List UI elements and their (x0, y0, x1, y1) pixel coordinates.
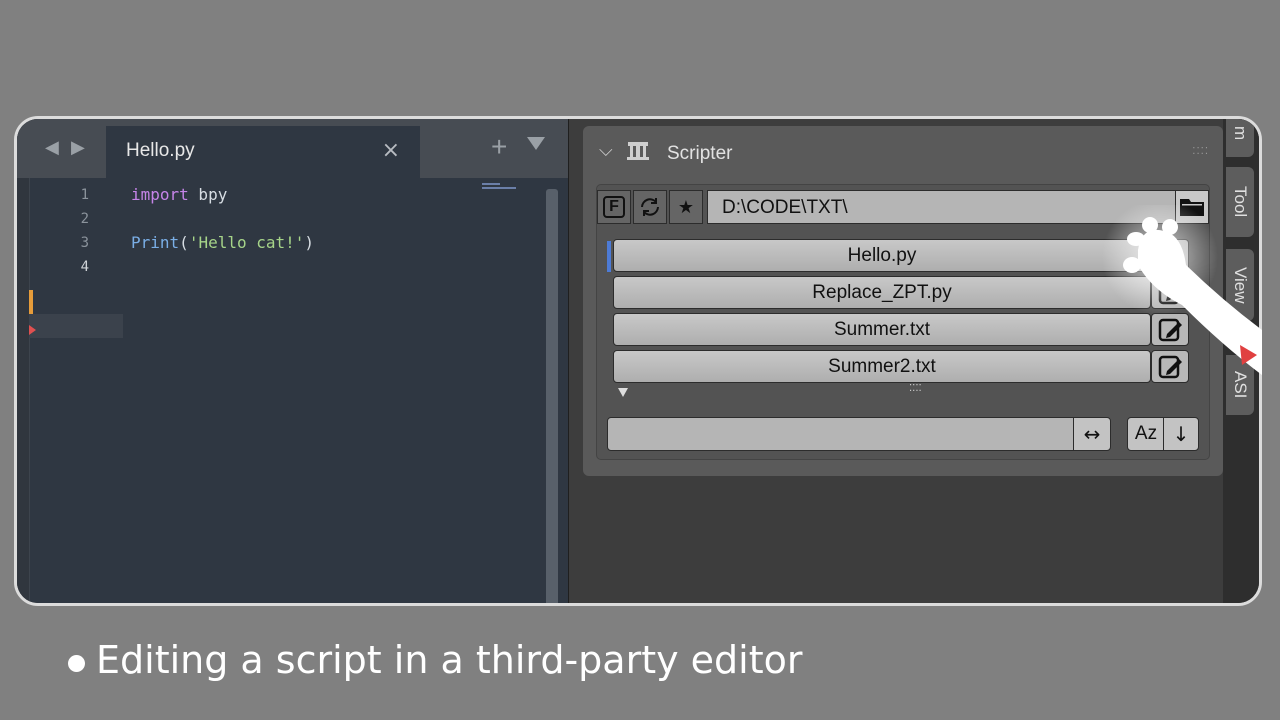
panel-header[interactable]: ⌵ Scripter ⁚⁚⁚⁚ (583, 126, 1223, 176)
active-item-marker (607, 241, 611, 272)
reload-icon (641, 198, 659, 216)
list-resize-grip-icon[interactable]: ⁚⁚⁚⁚ (909, 383, 922, 394)
code-text: Print('Hello cat!') (131, 231, 314, 255)
current-line-highlight (29, 314, 123, 338)
chevron-down-icon[interactable]: ⌵ (599, 140, 613, 161)
editor-scrollbar[interactable] (546, 189, 558, 603)
star-icon: ★ (677, 196, 695, 218)
code-line[interactable]: 3 Print('Hello cat!') (29, 231, 559, 255)
sidebar-tab-item[interactable]: m (1226, 119, 1254, 157)
drag-grip-icon[interactable]: ⁚⁚⁚⁚ (1192, 146, 1209, 157)
code-token: ) (304, 233, 315, 252)
scripter-icon (627, 142, 649, 160)
list-footer: ⁚⁚⁚⁚ (613, 383, 1193, 399)
editor-tab-hello[interactable]: Hello.py × (106, 126, 420, 178)
area-divider (568, 119, 569, 603)
editor-tab-label: Hello.py (126, 140, 195, 161)
file-open-button[interactable]: Summer2.txt (613, 350, 1151, 383)
favorite-button[interactable]: ★ (669, 190, 703, 224)
line-number: 3 (80, 235, 89, 251)
list-options-icon[interactable] (618, 388, 628, 397)
caption-text: Editing a script in a third-party editor (96, 638, 803, 682)
file-open-button[interactable]: Replace_ZPT.py (613, 276, 1151, 309)
reload-button[interactable] (633, 190, 667, 224)
panel-title: Scripter (667, 143, 733, 164)
code-token: import (131, 185, 189, 204)
close-icon[interactable]: × (382, 138, 400, 163)
code-line[interactable]: 2 (29, 207, 559, 231)
code-token: bpy (188, 185, 228, 204)
tab-scroll-right-icon[interactable]: ▶ (71, 137, 85, 158)
caption-bullet (68, 655, 85, 672)
new-tab-button[interactable]: + (491, 131, 507, 163)
screenshot-frame: ◀ ▶ Hello.py × + 1 import bpy 2 3 Print('Hel… (14, 116, 1262, 606)
modified-line-marker (29, 290, 33, 314)
code-line[interactable]: 1 import bpy (29, 183, 559, 207)
code-line[interactable]: 4 (29, 255, 559, 279)
code-token: Print (131, 233, 180, 252)
minimap[interactable] (482, 183, 516, 193)
file-open-button[interactable]: Hello.py (613, 239, 1151, 272)
file-open-button[interactable]: Summer.txt (613, 313, 1151, 346)
code-editor: ◀ ▶ Hello.py × + 1 import bpy 2 3 Print('Hel… (17, 119, 568, 603)
filter-row: ↔ Az ↓ (597, 417, 1209, 453)
filter-input[interactable] (607, 417, 1075, 451)
code-text: import bpy (131, 183, 227, 207)
editor-tab-bar: ◀ ▶ Hello.py × + (17, 119, 568, 178)
f-toggle-label: F (603, 196, 625, 218)
sort-direction-button[interactable]: ↓ (1163, 417, 1199, 451)
f-toggle-button[interactable]: F (597, 190, 631, 224)
cat-paw-cursor-icon (1102, 205, 1262, 375)
cursor-marker (29, 325, 36, 335)
line-number: 1 (80, 187, 89, 203)
tab-menu-icon[interactable] (527, 137, 545, 150)
code-token: 'Hello cat!' (188, 233, 305, 252)
swap-button[interactable]: ↔ (1073, 417, 1111, 451)
code-token: ( (179, 233, 189, 252)
line-number: 4 (80, 259, 89, 275)
sort-alpha-button[interactable]: Az (1127, 417, 1165, 451)
tab-scroll-left-icon[interactable]: ◀ (45, 137, 59, 158)
line-number: 2 (80, 211, 89, 227)
